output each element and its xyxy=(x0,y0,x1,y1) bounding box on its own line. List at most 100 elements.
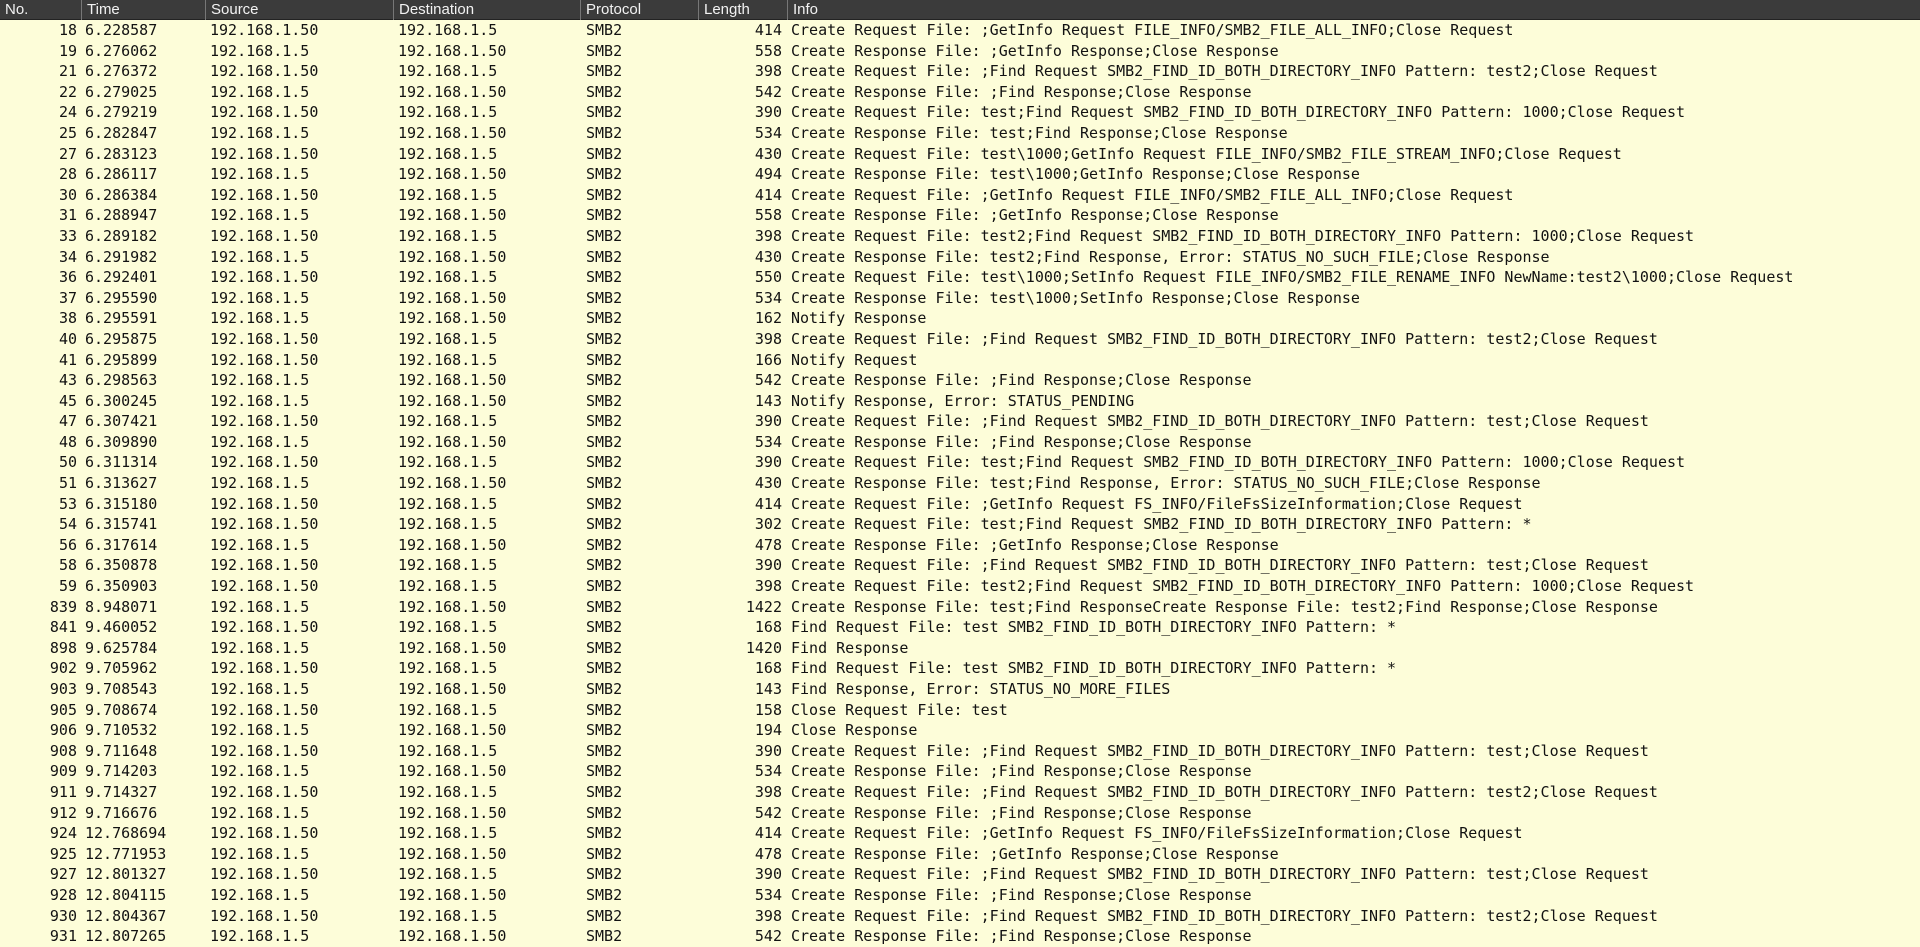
table-row[interactable]: 911 9.714327 192.168.1.50 192.168.1.5 SMB2 39… xyxy=(0,782,1920,803)
column-header-length[interactable]: Length xyxy=(698,0,787,20)
column-header-info[interactable]: Info xyxy=(787,0,1920,20)
table-row[interactable]: 841 9.460052 192.168.1.50 192.168.1.5 SMB2 16… xyxy=(0,617,1920,638)
column-header-no[interactable]: No. xyxy=(0,0,81,20)
packet-no: 905 xyxy=(49,700,77,719)
packet-info: Create Response File: ;GetInfo Response;… xyxy=(791,535,1279,554)
packet-protocol: SMB2 xyxy=(586,700,623,719)
packet-info: Create Response File: test;Find Response… xyxy=(791,474,1541,493)
table-row[interactable]: 30 6.286384 192.168.1.50 192.168.1.5 SMB2 414… xyxy=(0,185,1920,206)
table-row[interactable]: 54 6.315741 192.168.1.50 192.168.1.5 SMB2 302… xyxy=(0,514,1920,535)
packet-source: 192.168.1.5 xyxy=(210,885,310,904)
table-row[interactable]: 839 8.948071 192.168.1.5 192.168.1.50 SMB2 14… xyxy=(0,597,1920,618)
packet-destination: 192.168.1.5 xyxy=(398,226,498,245)
packet-source: 192.168.1.5 xyxy=(210,288,310,307)
table-row[interactable]: 45 6.300245 192.168.1.5 192.168.1.50 SMB2 143… xyxy=(0,391,1920,412)
table-row[interactable]: 33 6.289182 192.168.1.50 192.168.1.5 SMB2 398… xyxy=(0,226,1920,247)
packet-info: Create Request File: ;GetInfo Request FI… xyxy=(791,21,1514,39)
packet-destination: 192.168.1.50 xyxy=(398,535,507,554)
packet-destination: 192.168.1.50 xyxy=(398,927,507,946)
table-row[interactable]: 53 6.315180 192.168.1.50 192.168.1.5 SMB2 414… xyxy=(0,494,1920,515)
column-header-time[interactable]: Time xyxy=(81,0,205,20)
packet-length: 398 xyxy=(754,62,782,81)
packet-protocol: SMB2 xyxy=(586,556,623,575)
table-row[interactable]: 47 6.307421 192.168.1.50 192.168.1.5 SMB2 390… xyxy=(0,411,1920,432)
table-row[interactable]: 40 6.295875 192.168.1.50 192.168.1.5 SMB2 398… xyxy=(0,329,1920,350)
packet-source: 192.168.1.5 xyxy=(210,803,310,822)
table-row[interactable]: 908 9.711648 192.168.1.50 192.168.1.5 SMB2 39… xyxy=(0,741,1920,762)
packet-source: 192.168.1.5 xyxy=(210,762,310,781)
column-header-protocol[interactable]: Protocol xyxy=(580,0,698,20)
table-row[interactable]: 903 9.708543 192.168.1.5 192.168.1.50 SMB2 14… xyxy=(0,679,1920,700)
table-row[interactable]: 928 12.804115 192.168.1.5 192.168.1.50 SMB2 5… xyxy=(0,885,1920,906)
table-row[interactable]: 48 6.309890 192.168.1.5 192.168.1.50 SMB2 534… xyxy=(0,432,1920,453)
table-row[interactable]: 50 6.311314 192.168.1.50 192.168.1.5 SMB2 390… xyxy=(0,452,1920,473)
table-row[interactable]: 927 12.801327 192.168.1.50 192.168.1.5 SMB2 3… xyxy=(0,864,1920,885)
packet-protocol: SMB2 xyxy=(586,494,623,513)
packet-destination: 192.168.1.5 xyxy=(398,556,498,575)
packet-time: 6.279219 xyxy=(85,103,158,122)
table-row[interactable]: 58 6.350878 192.168.1.50 192.168.1.5 SMB2 390… xyxy=(0,555,1920,576)
packet-source: 192.168.1.50 xyxy=(210,62,319,81)
packet-length: 414 xyxy=(754,185,782,204)
table-row[interactable]: 43 6.298563 192.168.1.5 192.168.1.50 SMB2 542… xyxy=(0,370,1920,391)
table-row[interactable]: 930 12.804367 192.168.1.50 192.168.1.5 SMB2 3… xyxy=(0,906,1920,927)
table-row[interactable]: 28 6.286117 192.168.1.5 192.168.1.50 SMB2 494… xyxy=(0,164,1920,185)
table-row[interactable]: 19 6.276062 192.168.1.5 192.168.1.50 SMB2 558… xyxy=(0,41,1920,62)
packet-destination: 192.168.1.5 xyxy=(398,782,498,801)
packet-no: 41 xyxy=(58,350,77,369)
table-row[interactable]: 22 6.279025 192.168.1.5 192.168.1.50 SMB2 542… xyxy=(0,82,1920,103)
packet-time: 8.948071 xyxy=(85,597,158,616)
table-row[interactable]: 18 6.228587 192.168.1.50 192.168.1.5 SMB2 414… xyxy=(0,20,1920,41)
table-row[interactable]: 51 6.313627 192.168.1.5 192.168.1.50 SMB2 430… xyxy=(0,473,1920,494)
packet-source: 192.168.1.50 xyxy=(210,21,319,39)
packet-destination: 192.168.1.5 xyxy=(398,700,498,719)
table-row[interactable]: 27 6.283123 192.168.1.50 192.168.1.5 SMB2 430… xyxy=(0,144,1920,165)
packet-destination: 192.168.1.50 xyxy=(398,41,507,60)
packet-time: 12.801327 xyxy=(85,865,167,884)
packet-time: 6.350903 xyxy=(85,577,158,596)
packet-length: 534 xyxy=(754,762,782,781)
table-row[interactable]: 34 6.291982 192.168.1.5 192.168.1.50 SMB2 430… xyxy=(0,247,1920,268)
table-row[interactable]: 59 6.350903 192.168.1.50 192.168.1.5 SMB2 398… xyxy=(0,576,1920,597)
table-row[interactable]: 56 6.317614 192.168.1.5 192.168.1.50 SMB2 478… xyxy=(0,535,1920,556)
packet-destination: 192.168.1.50 xyxy=(398,803,507,822)
table-row[interactable]: 21 6.276372 192.168.1.50 192.168.1.5 SMB2 398… xyxy=(0,61,1920,82)
packet-no: 43 xyxy=(58,371,77,390)
packet-no: 928 xyxy=(49,885,77,904)
table-row[interactable]: 912 9.716676 192.168.1.5 192.168.1.50 SMB2 54… xyxy=(0,803,1920,824)
packet-time: 6.295875 xyxy=(85,329,158,348)
table-row[interactable]: 925 12.771953 192.168.1.5 192.168.1.50 SMB2 4… xyxy=(0,844,1920,865)
table-row[interactable]: 37 6.295590 192.168.1.5 192.168.1.50 SMB2 534… xyxy=(0,288,1920,309)
table-row[interactable]: 25 6.282847 192.168.1.5 192.168.1.50 SMB2 534… xyxy=(0,123,1920,144)
packet-info: Create Response File: ;Find Response;Clo… xyxy=(791,885,1252,904)
table-row[interactable]: 931 12.807265 192.168.1.5 192.168.1.50 SMB2 5… xyxy=(0,926,1920,947)
packet-protocol: SMB2 xyxy=(586,474,623,493)
column-header-destination[interactable]: Destination xyxy=(393,0,580,20)
packet-length: 398 xyxy=(754,577,782,596)
packet-info: Create Request File: ;Find Request SMB2_… xyxy=(791,741,1649,760)
table-row[interactable]: 898 9.625784 192.168.1.5 192.168.1.50 SMB2 14… xyxy=(0,638,1920,659)
table-row[interactable]: 31 6.288947 192.168.1.5 192.168.1.50 SMB2 558… xyxy=(0,205,1920,226)
packet-no: 38 xyxy=(58,309,77,328)
table-row[interactable]: 905 9.708674 192.168.1.50 192.168.1.5 SMB2 15… xyxy=(0,700,1920,721)
table-row[interactable]: 924 12.768694 192.168.1.50 192.168.1.5 SMB2 4… xyxy=(0,823,1920,844)
packet-time: 6.292401 xyxy=(85,268,158,287)
table-row[interactable]: 909 9.714203 192.168.1.5 192.168.1.50 SMB2 53… xyxy=(0,761,1920,782)
table-row[interactable]: 902 9.705962 192.168.1.50 192.168.1.5 SMB2 16… xyxy=(0,658,1920,679)
packet-destination: 192.168.1.5 xyxy=(398,453,498,472)
packet-destination: 192.168.1.50 xyxy=(398,762,507,781)
table-row[interactable]: 38 6.295591 192.168.1.5 192.168.1.50 SMB2 162… xyxy=(0,308,1920,329)
packet-protocol: SMB2 xyxy=(586,82,623,101)
table-row[interactable]: 36 6.292401 192.168.1.50 192.168.1.5 SMB2 550… xyxy=(0,267,1920,288)
packet-length: 166 xyxy=(754,350,782,369)
table-row[interactable]: 24 6.279219 192.168.1.50 192.168.1.5 SMB2 390… xyxy=(0,102,1920,123)
table-row[interactable]: 906 9.710532 192.168.1.5 192.168.1.50 SMB2 19… xyxy=(0,720,1920,741)
packet-protocol: SMB2 xyxy=(586,680,623,698)
packet-length: 162 xyxy=(754,309,782,328)
packet-destination: 192.168.1.5 xyxy=(398,577,498,596)
packet-time: 12.804115 xyxy=(85,885,167,904)
packet-source: 192.168.1.5 xyxy=(210,206,310,225)
table-row[interactable]: 41 6.295899 192.168.1.50 192.168.1.5 SMB2 166… xyxy=(0,350,1920,371)
column-header-source[interactable]: Source xyxy=(205,0,393,20)
packet-no: 912 xyxy=(49,803,77,822)
